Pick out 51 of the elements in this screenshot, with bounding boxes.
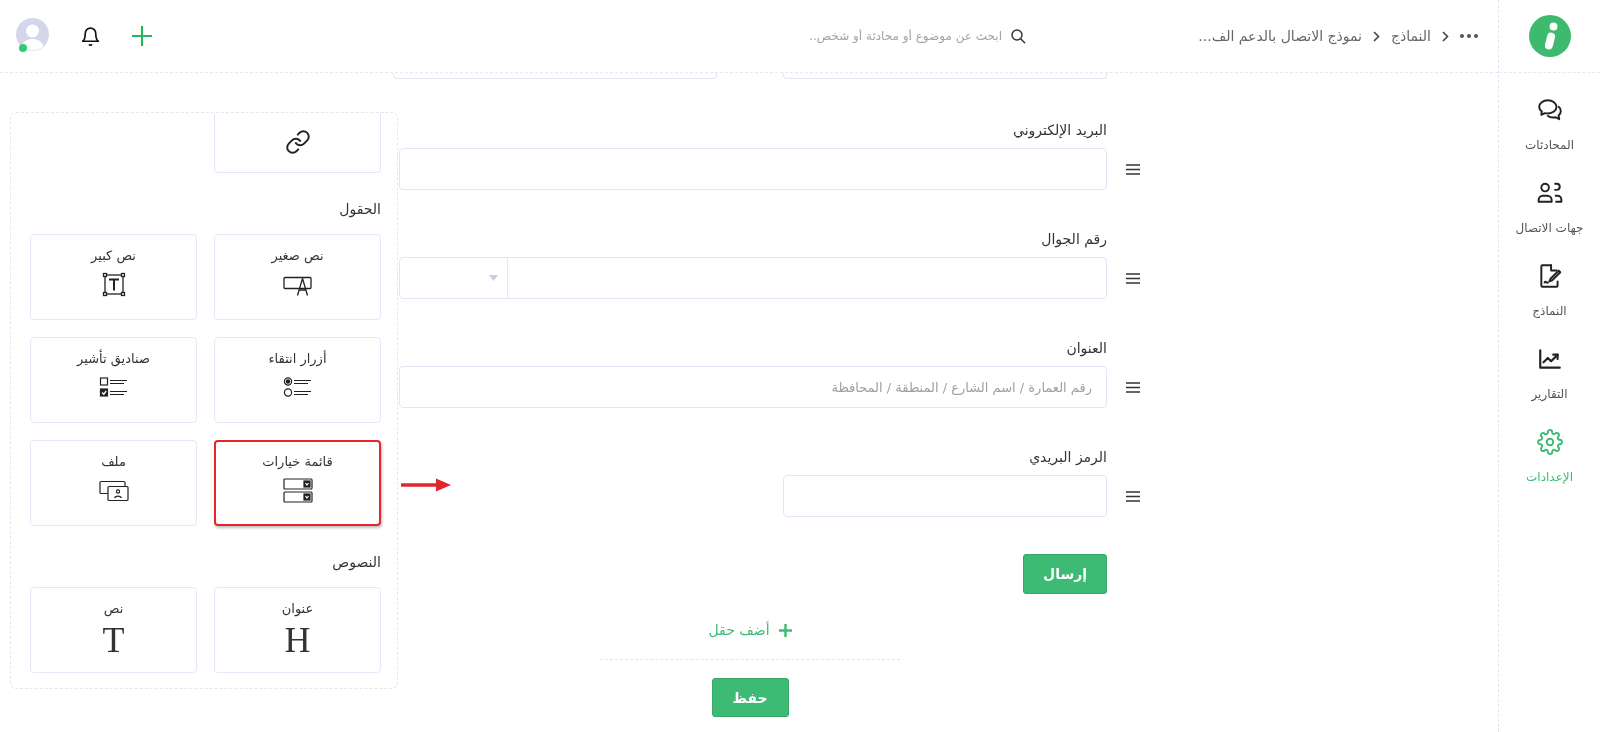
sidebar-item[interactable]: التقارير	[1531, 346, 1568, 402]
people-icon	[1536, 180, 1563, 206]
plus-icon	[778, 623, 792, 637]
breadcrumb-title: نموذج الاتصال بالدعم الف...	[1198, 28, 1362, 44]
link-icon	[284, 129, 311, 155]
chevron-icon	[1442, 30, 1449, 42]
field-label: رقم الجوال	[1041, 230, 1107, 248]
section-title: النصوص	[332, 553, 381, 571]
breadcrumb-link[interactable]: النماذج	[1391, 28, 1431, 44]
dropdown-list-icon	[282, 478, 313, 503]
arrow-icon	[401, 477, 451, 493]
field-type-card[interactable]: نص صغير	[214, 234, 381, 320]
field-type-card[interactable]: نص كبير	[30, 234, 197, 320]
drag-handle-icon[interactable]	[1126, 381, 1140, 393]
settings-icon	[1536, 429, 1563, 455]
drag-handle-icon[interactable]	[1126, 272, 1140, 284]
field-type-card[interactable]: صناديق تأشير	[30, 337, 197, 423]
letter-h-icon: H	[284, 625, 311, 655]
checkbox-list-icon	[98, 375, 129, 400]
drag-handle-icon[interactable]	[1126, 163, 1140, 175]
field-label: البريد الإلكتروني	[1013, 121, 1107, 139]
field-type-card[interactable]: أزرار انتقاء	[214, 337, 381, 423]
phone-field[interactable]	[399, 257, 1107, 299]
chevron-icon	[1373, 30, 1380, 42]
line-chart-icon	[1536, 346, 1563, 372]
input-field[interactable]	[399, 148, 1107, 190]
logo-icon[interactable]	[1528, 15, 1571, 57]
caret-icon	[489, 275, 498, 281]
field-label: العنوان	[1066, 339, 1107, 357]
section-title: الحقول	[339, 200, 381, 218]
search-icon	[1010, 28, 1026, 44]
radio-list-icon	[282, 375, 313, 400]
input-field[interactable]: رقم العمارة / اسم الشارع / المنطقة / المحافظة	[399, 366, 1107, 408]
field-label: الرمز البريدي	[1029, 448, 1107, 466]
avatar-icon[interactable]	[16, 17, 49, 51]
sidebar-item[interactable]: المحادثات	[1525, 97, 1574, 153]
chat-bubbles-icon	[1536, 97, 1563, 123]
field-type-card[interactable]: ملف	[30, 440, 197, 526]
field-type-card[interactable]: قائمة خيارات	[214, 440, 381, 526]
bell-icon[interactable]	[80, 25, 101, 47]
input-field[interactable]	[393, 73, 717, 79]
more-icon[interactable]	[1460, 34, 1478, 38]
input-field[interactable]	[783, 73, 1107, 79]
input-field[interactable]	[783, 475, 1107, 517]
image-file-icon	[98, 478, 129, 503]
sidebar-item[interactable]: النماذج	[1532, 263, 1567, 319]
letter-t-icon: T	[102, 625, 125, 655]
drag-handle-icon[interactable]	[1126, 490, 1140, 502]
add-icon[interactable]	[132, 26, 152, 46]
sidebar-item[interactable]: جهات الاتصال	[1515, 180, 1584, 236]
field-type-card[interactable]	[214, 113, 381, 173]
